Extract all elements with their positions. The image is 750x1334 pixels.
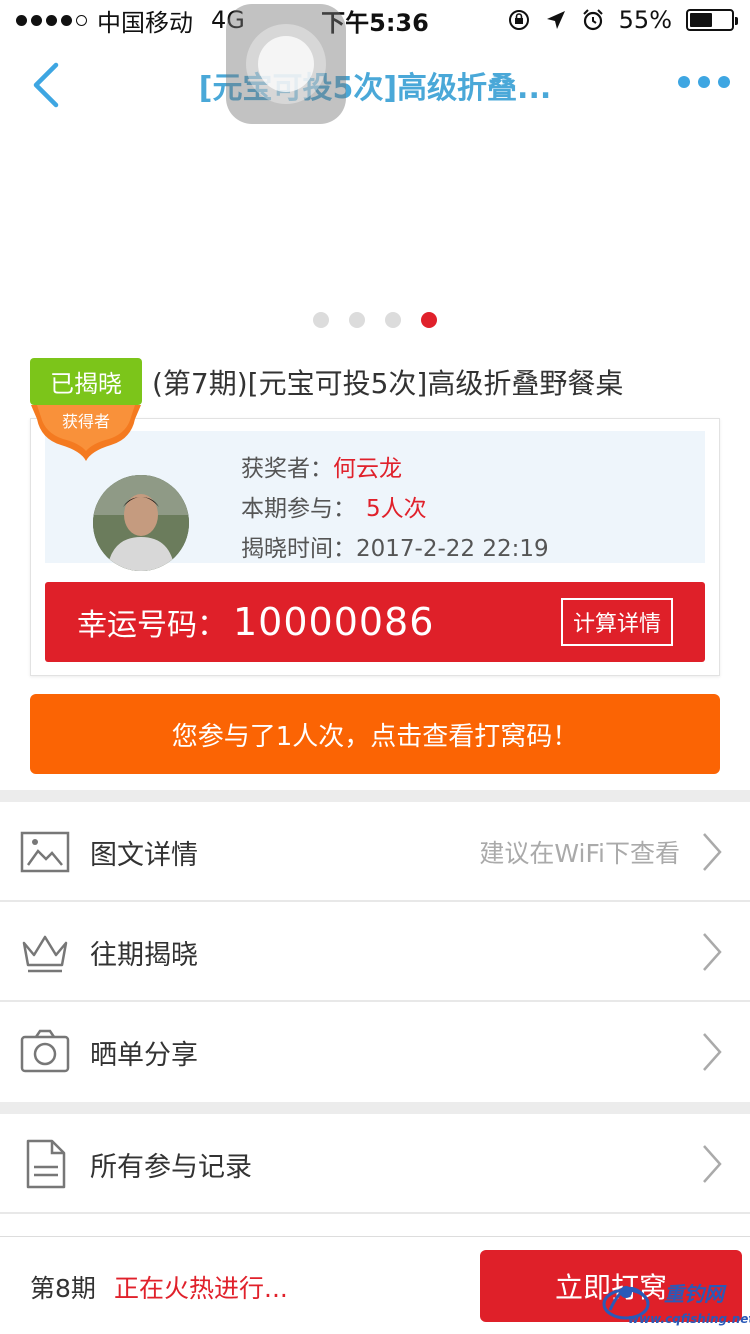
next-period-label: 第8期 <box>30 1274 96 1303</box>
list-item-label: 所有参与记录 <box>90 1151 252 1183</box>
calculation-details-button[interactable]: 计算详情 <box>560 598 673 646</box>
image-icon <box>20 831 70 873</box>
participation-label: 本期参与： <box>241 496 356 522</box>
reveal-time-row: 揭晓时间：2017-2-22 22:19 <box>241 529 549 569</box>
crown-icon <box>22 935 68 973</box>
lucky-number-bar: 幸运号码： 10000086 计算详情 <box>45 582 705 662</box>
next-period-status: 正在火热进行... <box>114 1274 288 1303</box>
section-gap <box>0 790 750 802</box>
image-carousel[interactable] <box>0 130 750 340</box>
winner-row: 获奖者：何云龙 <box>241 449 549 489</box>
view-participation-button[interactable]: 您参与了1人次，点击查看打窝码！ <box>30 694 720 774</box>
winner-card: 获奖者：何云龙 本期参与： 5人次 揭晓时间：2017-2-22 22:19 获得… <box>30 405 720 676</box>
product-title-row: 已揭晓 (第7期)[元宝可投5次]高级折叠野餐桌 <box>30 358 730 405</box>
carrier-name: 中国移动 <box>97 8 193 37</box>
winner-ribbon-icon: 获得者 <box>31 405 141 461</box>
assistive-touch-core <box>258 36 314 92</box>
carousel-dot[interactable] <box>385 312 401 328</box>
carousel-indicator <box>0 312 750 328</box>
chevron-left-icon[interactable] <box>28 62 68 108</box>
chevron-right-icon <box>703 933 722 971</box>
reveal-time-value: 2017-2-22 22:19 <box>356 536 549 562</box>
status-badge: 已揭晓 <box>30 358 142 405</box>
assistive-touch-ring <box>246 24 326 104</box>
status-bar-right: 55% <box>507 6 738 34</box>
list-item-label: 晒单分享 <box>90 1039 198 1071</box>
list-item-share[interactable]: 晒单分享 <box>0 1002 750 1102</box>
more-dots-icon[interactable] <box>678 76 730 88</box>
watermark-text: 重钓网 <box>664 1282 724 1306</box>
status-bar-left: 中国移动 4G <box>16 3 245 38</box>
chevron-right-icon <box>703 1033 722 1071</box>
chevron-right-icon <box>703 1145 722 1183</box>
winner-label: 获奖者： <box>241 456 333 482</box>
section-gap <box>0 1102 750 1114</box>
winner-details: 获奖者：何云龙 本期参与： 5人次 揭晓时间：2017-2-22 22:19 <box>241 449 549 569</box>
lucky-number-label: 幸运号码： <box>77 608 227 643</box>
chevron-right-icon <box>703 833 722 871</box>
list-item-records[interactable]: 所有参与记录 <box>0 1114 750 1214</box>
watermark-url: www.cqfishing.net <box>628 1312 750 1326</box>
status-bar: 中国移动 4G 下午5:36 55% <box>0 0 750 40</box>
avatar <box>93 475 189 571</box>
list-item-history[interactable]: 往期揭晓 <box>0 902 750 1002</box>
list-item-details[interactable]: 图文详情 建议在WiFi下查看 <box>0 802 750 902</box>
participation-row: 本期参与： 5人次 <box>241 489 549 529</box>
winner-ribbon-label: 获得者 <box>62 413 110 431</box>
reveal-time-label: 揭晓时间： <box>241 536 356 562</box>
assistive-touch-button[interactable] <box>226 4 346 124</box>
camera-icon <box>20 1029 70 1073</box>
navigation-bar: [元宝可投5次]高级折叠... <box>0 40 750 130</box>
location-arrow-icon <box>546 11 565 29</box>
list-item-label: 往期揭晓 <box>90 939 198 971</box>
signal-strength-icon <box>16 14 87 26</box>
lucky-number-value: 10000086 <box>233 600 435 644</box>
participation-value: 5人次 <box>366 496 427 522</box>
carousel-dot[interactable] <box>421 312 437 328</box>
alarm-clock-icon <box>582 9 603 31</box>
list-item-hint: 建议在WiFi下查看 <box>479 839 680 868</box>
product-title: (第7期)[元宝可投5次]高级折叠野餐桌 <box>152 366 624 400</box>
document-icon <box>26 1139 66 1189</box>
carousel-dot[interactable] <box>313 312 329 328</box>
battery-percent: 55% <box>618 6 672 34</box>
rotation-lock-icon <box>508 10 529 30</box>
carousel-dot[interactable] <box>349 312 365 328</box>
battery-icon <box>686 9 738 31</box>
divider <box>0 1212 750 1214</box>
list-item-label: 图文详情 <box>90 839 198 871</box>
winner-info: 获奖者：何云龙 本期参与： 5人次 揭晓时间：2017-2-22 22:19 <box>45 431 705 571</box>
battery-fill <box>690 13 712 27</box>
winner-name: 何云龙 <box>333 456 402 482</box>
